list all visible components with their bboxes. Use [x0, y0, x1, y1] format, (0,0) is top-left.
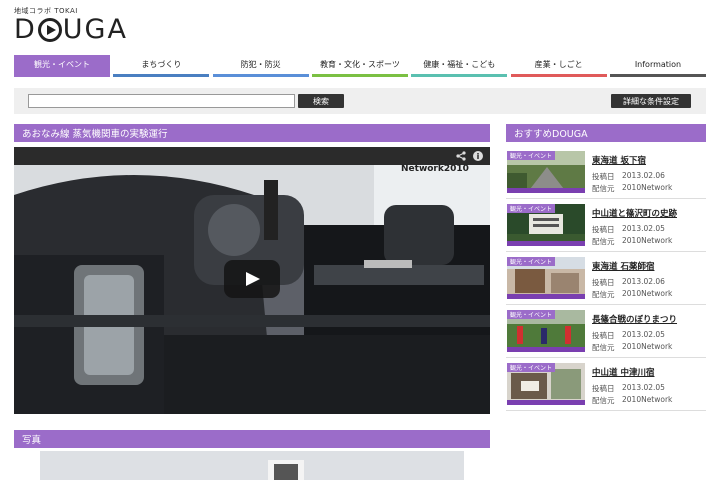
- tab-label: 観光・イベント: [34, 60, 90, 69]
- video-player[interactable]: i Network2010: [14, 147, 490, 414]
- source-label: 配信元: [592, 237, 615, 246]
- tab-label: まちづくり: [141, 60, 182, 69]
- category-badge: 観光・イベント: [507, 363, 556, 372]
- item-date: 投稿日 2013.02.06: [592, 277, 665, 288]
- tab-label: Information: [634, 60, 682, 69]
- source-label: 配信元: [592, 396, 615, 405]
- logo-wordmark: D UGA: [14, 15, 128, 45]
- date-value: 2013.02.06: [622, 277, 665, 286]
- source-value: 2010Network: [622, 236, 673, 245]
- date-value: 2013.02.05: [622, 330, 665, 339]
- search-input[interactable]: [28, 94, 295, 108]
- list-item[interactable]: 観光・イベント 長篠合戦のぼりまつり 投稿日 2013.02.05 配信元 2010…: [506, 305, 706, 358]
- video-thumbnail[interactable]: 観光・イベント: [507, 257, 585, 299]
- tab-label: 教育・文化・スポーツ: [320, 60, 400, 69]
- logo-letter-d: D: [14, 14, 37, 45]
- search-button[interactable]: 検索: [298, 94, 344, 108]
- item-title-link[interactable]: 中山道 中津川宿: [592, 366, 654, 378]
- date-label: 投稿日: [592, 331, 615, 340]
- site-logo[interactable]: 地域コラボ TOKAI D UGA: [14, 6, 128, 45]
- list-item[interactable]: 観光・イベント 中山道と篠沢町の史跡 投稿日 2013.02.05 配信元 2010…: [506, 199, 706, 252]
- search-bar: 検索 詳細な条件設定: [14, 88, 706, 114]
- item-source: 配信元 2010Network: [592, 289, 672, 300]
- video-thumbnail[interactable]: 観光・イベント: [507, 204, 585, 246]
- photo-section-title: 写真: [14, 430, 490, 448]
- category-badge: 観光・イベント: [507, 151, 556, 160]
- photo-content: [40, 451, 464, 480]
- date-label: 投稿日: [592, 278, 615, 287]
- tab-label: 防犯・防災: [240, 60, 281, 69]
- tab-kyouiku-bunka-sports[interactable]: 教育・文化・スポーツ: [311, 55, 408, 77]
- item-date: 投稿日 2013.02.06: [592, 171, 665, 182]
- logo-letters-uga: UGA: [62, 14, 128, 45]
- video-thumbnail[interactable]: 観光・イベント: [507, 363, 585, 405]
- date-label: 投稿日: [592, 225, 615, 234]
- category-badge: 観光・イベント: [507, 257, 556, 266]
- tab-kanko-event[interactable]: 観光・イベント: [14, 55, 110, 77]
- thumbnail-bar: [507, 347, 585, 352]
- photo-image[interactable]: [40, 451, 464, 480]
- video-thumbnail[interactable]: 観光・イベント: [507, 151, 585, 193]
- item-title-link[interactable]: 東海道 石薬師宿: [592, 260, 654, 272]
- play-circle-icon: [37, 18, 62, 42]
- source-value: 2010Network: [622, 395, 673, 404]
- thumbnail-bar: [507, 188, 585, 193]
- tab-machizukuri[interactable]: まちづくり: [113, 55, 210, 77]
- category-badge: 観光・イベント: [507, 310, 556, 319]
- item-source: 配信元 2010Network: [592, 183, 672, 194]
- item-title-link[interactable]: 東海道 坂下宿: [592, 154, 646, 166]
- tab-label: 健康・福祉・こども: [423, 60, 496, 69]
- thumbnail-bar: [507, 400, 585, 405]
- tab-bouhan-bousai[interactable]: 防犯・防災: [212, 55, 309, 77]
- item-source: 配信元 2010Network: [592, 395, 672, 406]
- video-watermark: Network2010: [401, 164, 469, 174]
- source-value: 2010Network: [622, 183, 673, 192]
- list-item[interactable]: 観光・イベント 東海道 坂下宿 投稿日 2013.02.06 配信元 2010Net…: [506, 146, 706, 199]
- item-source: 配信元 2010Network: [592, 236, 672, 247]
- advanced-search-button[interactable]: 詳細な条件設定: [611, 94, 691, 108]
- source-value: 2010Network: [622, 289, 673, 298]
- item-source: 配信元 2010Network: [592, 342, 672, 353]
- thumbnail-bar: [507, 294, 585, 299]
- info-icon[interactable]: i: [473, 151, 483, 161]
- list-item[interactable]: 観光・イベント 東海道 石薬師宿 投稿日 2013.02.06 配信元 2010Ne…: [506, 252, 706, 305]
- source-label: 配信元: [592, 343, 615, 352]
- share-icon[interactable]: [456, 151, 466, 161]
- list-item[interactable]: 観光・イベント 中山道 中津川宿 投稿日 2013.02.05 配信元 2010Ne…: [506, 358, 706, 411]
- thumbnail-bar: [507, 241, 585, 246]
- video-thumbnail[interactable]: 観光・イベント: [507, 310, 585, 352]
- source-label: 配信元: [592, 184, 615, 193]
- category-badge: 観光・イベント: [507, 204, 556, 213]
- play-button-icon[interactable]: [224, 260, 280, 298]
- source-label: 配信元: [592, 290, 615, 299]
- item-title-link[interactable]: 中山道と篠沢町の史跡: [592, 207, 677, 219]
- video-top-bar: [14, 147, 490, 165]
- date-label: 投稿日: [592, 172, 615, 181]
- tab-label: 産業・しごと: [534, 60, 583, 69]
- item-date: 投稿日 2013.02.05: [592, 224, 665, 235]
- recommend-title: おすすめDOUGA: [506, 124, 706, 142]
- date-label: 投稿日: [592, 384, 615, 393]
- tab-sangyou-shigoto[interactable]: 産業・しごと: [510, 55, 607, 77]
- date-value: 2013.02.05: [622, 383, 665, 392]
- tab-information[interactable]: Information: [609, 55, 706, 77]
- item-date: 投稿日 2013.02.05: [592, 383, 665, 394]
- category-nav: 観光・イベント まちづくり 防犯・防災 教育・文化・スポーツ 健康・福祉・こども…: [14, 55, 706, 77]
- item-date: 投稿日 2013.02.05: [592, 330, 665, 341]
- date-value: 2013.02.06: [622, 171, 665, 180]
- date-value: 2013.02.05: [622, 224, 665, 233]
- video-title: あおなみ線 蒸気機関車の実験運行: [14, 124, 490, 142]
- item-title-link[interactable]: 長篠合戦のぼりまつり: [592, 313, 677, 325]
- recommend-list: 観光・イベント 東海道 坂下宿 投稿日 2013.02.06 配信元 2010Net…: [506, 146, 706, 411]
- tab-kenkou-fukushi-kodomo[interactable]: 健康・福祉・こども: [411, 55, 508, 77]
- source-value: 2010Network: [622, 342, 673, 351]
